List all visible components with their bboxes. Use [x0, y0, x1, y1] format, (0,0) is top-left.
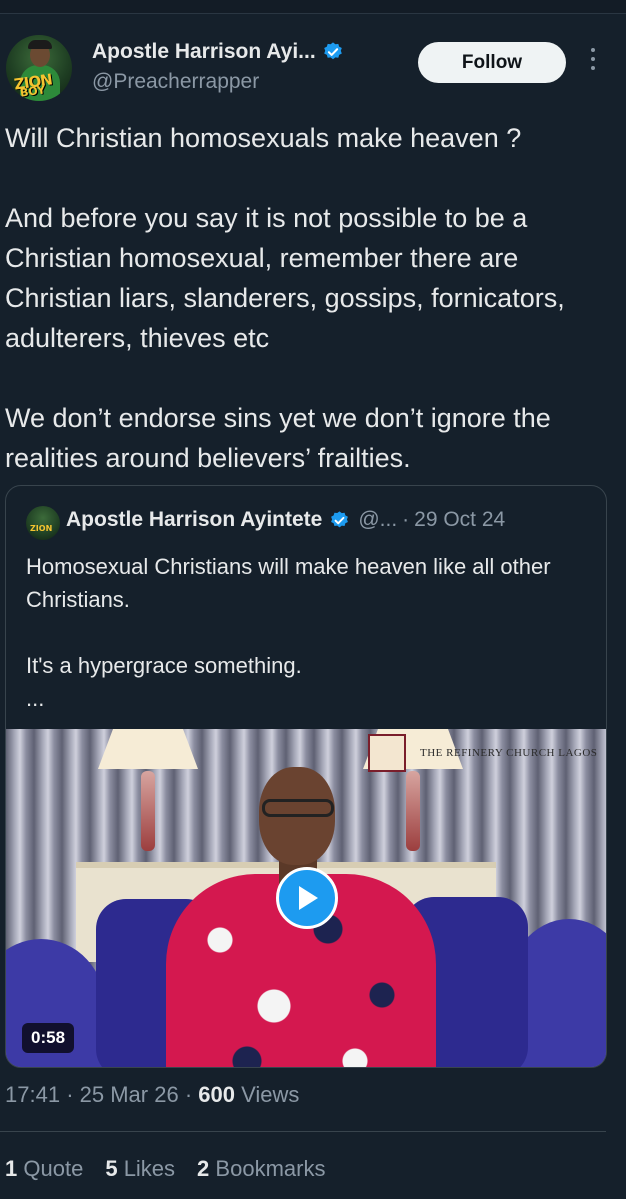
separator-dot: · [66, 1082, 74, 1107]
follow-button[interactable]: Follow [418, 42, 566, 83]
quotes-label: Quote [23, 1156, 84, 1181]
more-options-icon[interactable] [585, 48, 601, 76]
verified-badge-icon [331, 510, 349, 527]
separator-dot: · [402, 508, 410, 531]
likes-stat[interactable]: 5 Likes [105, 1156, 175, 1182]
quoted-paragraph: It's a hypergrace something. [26, 653, 302, 678]
views-label: Views [241, 1082, 300, 1107]
likes-label: Likes [123, 1156, 176, 1181]
tweet-date[interactable]: 25 Mar 26 [80, 1082, 179, 1107]
play-icon [299, 886, 318, 910]
bookmarks-stat[interactable]: 2 Bookmarks [197, 1156, 325, 1182]
bookmarks-count: 2 [197, 1156, 210, 1181]
quoted-tweet-card[interactable]: ZION Apostle Harrison Ayintete @... · 29… [5, 485, 607, 1068]
quotes-stat[interactable]: 1 Quote [5, 1156, 83, 1182]
quoted-author-handle[interactable]: @... [358, 508, 397, 532]
tweet-paragraph: Will Christian homosexuals make heaven ? [5, 123, 522, 153]
tweet-paragraph: We don’t endorse sins yet we don’t ignor… [5, 403, 551, 473]
quoted-author-name[interactable]: Apostle Harrison Ayintete [66, 508, 322, 532]
quoted-ellipsis: ... [26, 686, 45, 711]
tweet-text: Will Christian homosexuals make heaven ?… [5, 118, 615, 478]
video-watermark: THE REFINERY CHURCH LAGOS [368, 734, 597, 772]
verified-badge-icon [323, 42, 342, 60]
video-lamp-left [98, 729, 198, 769]
tweet-meta: 17:41 · 25 Mar 26 · 600 Views [5, 1082, 299, 1108]
views-count: 600 [198, 1082, 235, 1107]
play-button[interactable] [276, 867, 338, 929]
author-handle[interactable]: @Preacherrapper [92, 70, 259, 94]
separator-dot: · [184, 1082, 193, 1107]
engagement-stats: 1 Quote 5 Likes 2 Bookmarks [5, 1156, 347, 1182]
video-duration: 0:58 [22, 1023, 75, 1053]
quotes-count: 1 [5, 1156, 18, 1181]
quoted-paragraph: Homosexual Christians will make heaven l… [26, 554, 551, 612]
quoted-tweet-header: Apostle Harrison Ayintete @... · 29 Oct … [66, 508, 505, 532]
video-lamp-right-base [406, 771, 420, 851]
watermark-text: THE REFINERY CHURCH LAGOS [420, 747, 598, 759]
tweet-paragraph: And before you say it is not possible to… [5, 203, 565, 353]
divider [0, 1131, 606, 1132]
tweet-time[interactable]: 17:41 [5, 1082, 60, 1107]
video-person-glasses [262, 799, 334, 817]
top-edge [0, 0, 626, 14]
likes-count: 5 [105, 1156, 118, 1181]
quoted-author-avatar[interactable]: ZION [26, 506, 60, 540]
bookmarks-label: Bookmarks [215, 1156, 326, 1181]
author-display-name[interactable]: Apostle Harrison Ayi... [92, 40, 316, 64]
video-lamp-left-base [141, 771, 155, 851]
author-name-row[interactable]: Apostle Harrison Ayi... [92, 40, 344, 64]
quoted-tweet-date[interactable]: 29 Oct 24 [414, 508, 505, 532]
video-player[interactable]: THE REFINERY CHURCH LAGOS 0:58 [6, 729, 606, 1067]
avatar-logo-text: ZION [30, 524, 53, 533]
quoted-tweet-text: Homosexual Christians will make heaven l… [26, 550, 596, 715]
author-avatar[interactable]: ZION BOY [6, 35, 72, 101]
church-logo-icon [368, 734, 406, 772]
